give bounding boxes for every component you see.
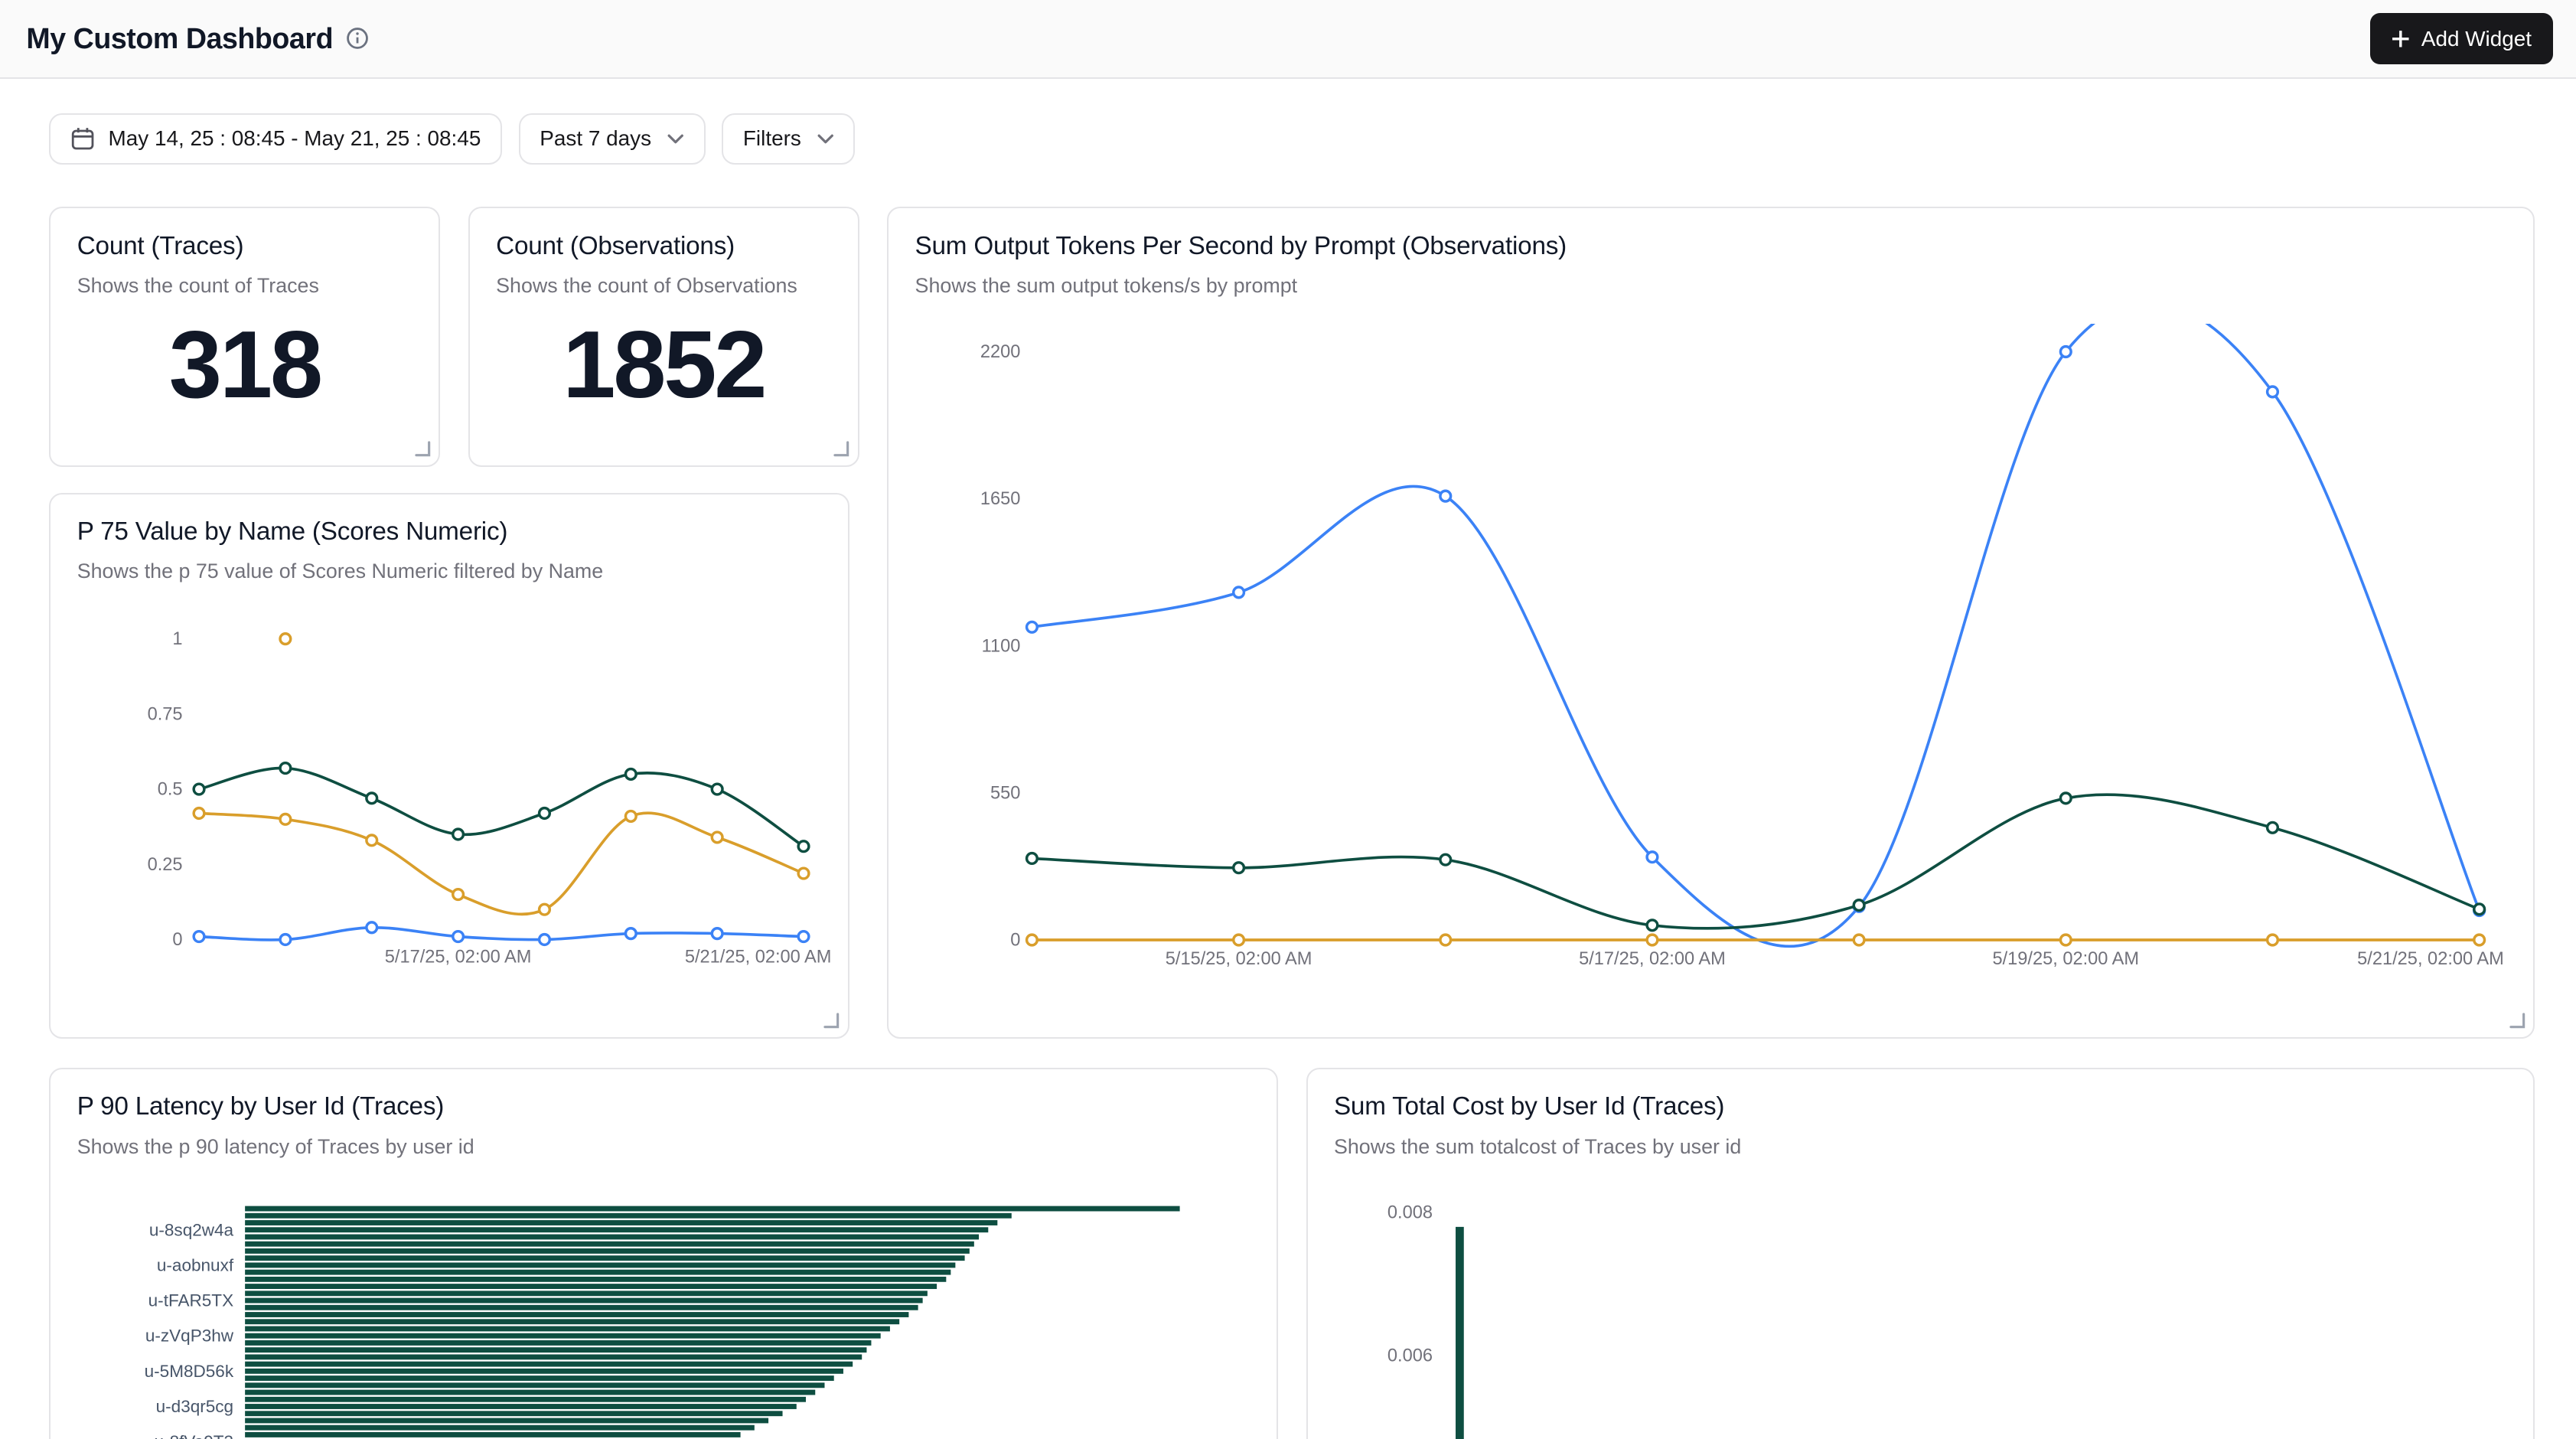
widget-p75-value: P 75 Value by Name (Scores Numeric) Show… — [49, 493, 849, 1039]
svg-text:u-aobnuxf: u-aobnuxf — [156, 1255, 233, 1274]
widget-sum-output-tokens: Sum Output Tokens Per Second by Prompt (… — [887, 207, 2535, 1038]
svg-text:0.5: 0.5 — [157, 780, 182, 800]
svg-text:u-zVqP3hw: u-zVqP3hw — [145, 1326, 233, 1346]
metric-value: 1852 — [496, 298, 831, 442]
dashboard-page: My Custom Dashboard Add Widget — [0, 0, 2576, 1439]
widget-p90-latency: P 90 Latency by User Id (Traces) Shows t… — [49, 1068, 1278, 1439]
svg-text:u-5M8D56k: u-5M8D56k — [144, 1362, 233, 1381]
svg-text:0: 0 — [1010, 930, 1020, 950]
svg-text:5/17/25, 02:00 AM: 5/17/25, 02:00 AM — [384, 948, 531, 967]
range-preset-select[interactable]: Past 7 days — [519, 113, 706, 165]
resize-grip-icon[interactable] — [821, 1010, 840, 1029]
svg-text:u-d3qr5cg: u-d3qr5cg — [155, 1397, 233, 1416]
svg-text:0.75: 0.75 — [147, 705, 182, 725]
header: My Custom Dashboard Add Widget — [0, 0, 2576, 79]
widget-sum-total-cost: Sum Total Cost by User Id (Traces) Shows… — [1306, 1068, 2535, 1439]
add-widget-label: Add Widget — [2421, 27, 2532, 51]
info-icon[interactable] — [346, 27, 369, 50]
page-title: My Custom Dashboard — [26, 22, 333, 55]
resize-grip-icon[interactable] — [412, 439, 431, 457]
widget-subtitle: Shows the count of Traces — [77, 274, 412, 298]
filters-button[interactable]: Filters — [722, 113, 855, 165]
svg-text:550: 550 — [990, 783, 1020, 803]
svg-text:1650: 1650 — [980, 489, 1020, 509]
widget-subtitle: Shows the p 90 latency of Traces by user… — [77, 1135, 1251, 1159]
svg-text:0: 0 — [172, 930, 182, 950]
widget-count-traces: Count (Traces) Shows the count of Traces… — [49, 207, 440, 466]
svg-text:5/15/25, 02:00 AM: 5/15/25, 02:00 AM — [1165, 949, 1312, 969]
calendar-icon — [70, 126, 95, 151]
svg-text:5/17/25, 02:00 AM: 5/17/25, 02:00 AM — [1579, 949, 1726, 969]
title-row: My Custom Dashboard — [26, 22, 369, 55]
svg-text:0.25: 0.25 — [147, 855, 182, 875]
chevron-down-icon — [817, 133, 833, 145]
svg-text:u-tFAR5TX: u-tFAR5TX — [148, 1291, 233, 1310]
widget-title: P 90 Latency by User Id (Traces) — [77, 1092, 1251, 1121]
svg-text:2200: 2200 — [980, 342, 1020, 362]
chevron-down-icon — [667, 133, 683, 145]
svg-text:5/21/25, 02:00 AM: 5/21/25, 02:00 AM — [2357, 949, 2504, 969]
svg-text:1: 1 — [172, 629, 182, 649]
widget-title: Sum Output Tokens Per Second by Prompt (… — [915, 232, 2507, 261]
resize-grip-icon[interactable] — [831, 439, 849, 457]
widget-subtitle: Shows the sum totalcost of Traces by use… — [1334, 1135, 2507, 1159]
metric-value: 318 — [77, 298, 412, 442]
widget-subtitle: Shows the count of Observations — [496, 274, 831, 298]
range-preset-label: Past 7 days — [540, 126, 651, 151]
p90-latency-bar-chart[interactable]: u-8sq2w4a u-aobnuxf u-tFAR5TX u-zVqP3hw u-5M… — [64, 1188, 1267, 1439]
svg-text:1100: 1100 — [981, 636, 1020, 656]
filters-label: Filters — [743, 126, 801, 151]
widget-title: Count (Traces) — [77, 232, 412, 261]
svg-text:5/21/25, 02:00 AM: 5/21/25, 02:00 AM — [684, 948, 831, 967]
p75-value-line-chart[interactable]: 0 0.25 0.5 0.75 1 5/17/25, 02:00 AM 5/21/25, 0… — [64, 609, 838, 1020]
date-range-text: May 14, 25 : 08:45 - May 21, 25 : 08:45 — [109, 126, 481, 151]
widget-title: Count (Observations) — [496, 232, 831, 261]
svg-text:5/19/25, 02:00 AM: 5/19/25, 02:00 AM — [1992, 949, 2139, 969]
svg-text:0.008: 0.008 — [1387, 1203, 1433, 1223]
resize-grip-icon[interactable] — [2507, 1010, 2525, 1029]
sum-output-tokens-line-chart[interactable]: 0 550 1100 1650 2200 5/15/25, 02:00 AM 5/17/25… — [915, 324, 2510, 981]
svg-text:u-8fVa9T3: u-8fVa9T3 — [154, 1432, 233, 1439]
widget-title: P 75 Value by Name (Scores Numeric) — [77, 517, 822, 547]
svg-text:0.006: 0.006 — [1387, 1346, 1433, 1366]
widget-count-observations: Count (Observations) Shows the count of … — [468, 207, 859, 466]
add-widget-button[interactable]: Add Widget — [2370, 13, 2553, 64]
date-range-picker[interactable]: May 14, 25 : 08:45 - May 21, 25 : 08:45 — [49, 113, 502, 165]
widget-title: Sum Total Cost by User Id (Traces) — [1334, 1092, 2507, 1121]
plus-icon — [2392, 30, 2410, 48]
svg-text:u-8sq2w4a: u-8sq2w4a — [148, 1220, 233, 1239]
sum-total-cost-bar-chart[interactable]: 0.008 0.006 — [1321, 1188, 2523, 1439]
widget-subtitle: Shows the sum output tokens/s by prompt — [915, 274, 2507, 298]
widget-subtitle: Shows the p 75 value of Scores Numeric f… — [77, 560, 822, 583]
toolbar: May 14, 25 : 08:45 - May 21, 25 : 08:45 … — [49, 113, 855, 165]
